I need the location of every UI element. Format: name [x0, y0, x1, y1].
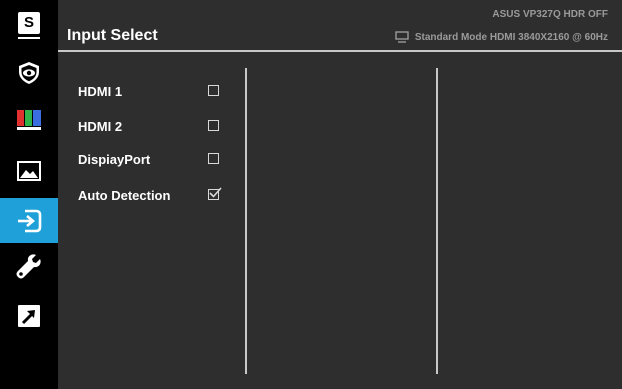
checkbox-displayport[interactable] [208, 153, 219, 164]
header: Input Select ASUS VP327Q HDR OFF Standar… [58, 0, 622, 50]
option-label: HDMI 2 [78, 118, 123, 134]
option-label: HDMI 1 [78, 83, 123, 99]
sidebar-item-input-select[interactable] [0, 198, 58, 243]
main-panel: Input Select ASUS VP327Q HDR OFF Standar… [58, 0, 622, 389]
page-title: Input Select [67, 27, 158, 44]
sidebar-item-eye-care[interactable] [0, 50, 58, 95]
checkbox-hdmi-2[interactable] [208, 120, 219, 131]
option-hdmi-1[interactable]: HDMI 1 [78, 81, 248, 101]
status-info: Standard Mode HDMI 3840X2160 @ 60Hz [395, 31, 608, 43]
sidebar-item-splendid[interactable]: S [0, 0, 58, 45]
option-auto-detection[interactable]: Auto Detection [78, 185, 248, 205]
option-hdmi-2[interactable]: HDMI 2 [78, 116, 248, 136]
wrench-icon [16, 253, 41, 278]
column-divider-2 [436, 68, 438, 374]
checkbox-auto-detection[interactable] [208, 187, 222, 200]
osd-menu: S Input Select ASUS VP327Q HDR OFF Stand… [0, 0, 622, 389]
image-icon [17, 160, 41, 181]
status-text: Standard Mode HDMI 3840X2160 @ 60Hz [414, 31, 608, 43]
checkbox-hdmi-1[interactable] [208, 85, 219, 96]
sidebar-item-image[interactable] [0, 148, 58, 193]
sidebar-item-shortcut[interactable] [0, 293, 58, 338]
column-divider-1 [245, 68, 247, 374]
option-label: Auto Detection [78, 187, 171, 203]
shortcut-icon [18, 304, 40, 327]
sidebar: S [0, 0, 58, 389]
sidebar-item-system-setup[interactable] [0, 243, 58, 288]
monitor-icon [395, 31, 409, 43]
splendid-s-icon: S [18, 11, 40, 39]
color-bars-icon [17, 109, 41, 130]
model-info: ASUS VP327Q HDR OFF [492, 9, 608, 20]
option-displayport[interactable]: DispiayPort [78, 149, 248, 169]
sidebar-item-color[interactable] [0, 97, 58, 142]
check-mark-icon [209, 187, 222, 198]
options-area: HDMI 1 HDMI 2 DispiayPort Auto Detection [58, 52, 622, 389]
option-label: DispiayPort [78, 151, 151, 167]
input-select-icon [18, 209, 42, 232]
eye-care-icon [19, 61, 39, 84]
